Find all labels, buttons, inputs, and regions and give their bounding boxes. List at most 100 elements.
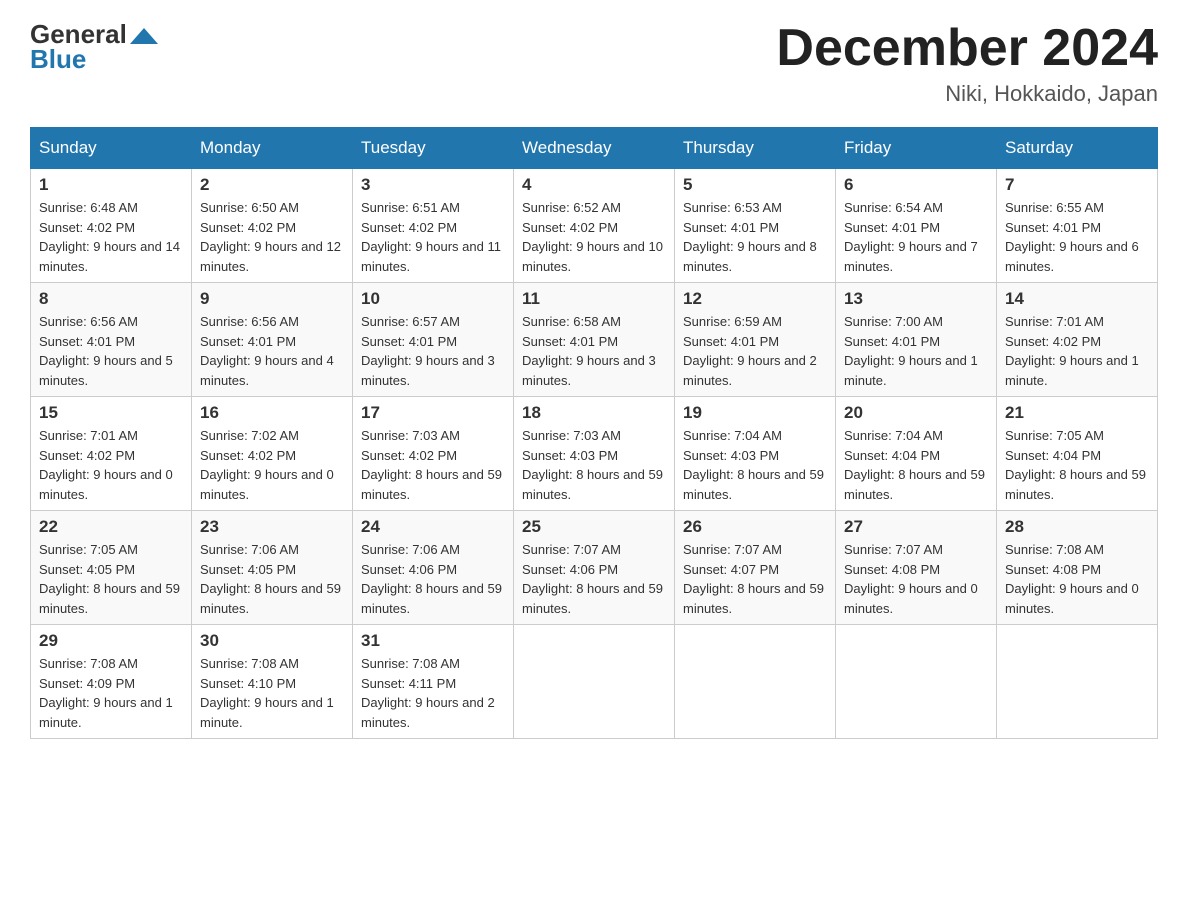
calendar-cell: 6 Sunrise: 6:54 AMSunset: 4:01 PMDayligh… [836,169,997,283]
day-info: Sunrise: 6:48 AMSunset: 4:02 PMDaylight:… [39,200,180,274]
calendar-cell [836,625,997,739]
day-number: 21 [1005,403,1149,423]
calendar-cell: 7 Sunrise: 6:55 AMSunset: 4:01 PMDayligh… [997,169,1158,283]
day-number: 28 [1005,517,1149,537]
day-info: Sunrise: 7:07 AMSunset: 4:08 PMDaylight:… [844,542,978,616]
calendar-cell: 12 Sunrise: 6:59 AMSunset: 4:01 PMDaylig… [675,283,836,397]
calendar-cell: 17 Sunrise: 7:03 AMSunset: 4:02 PMDaylig… [353,397,514,511]
day-info: Sunrise: 7:03 AMSunset: 4:03 PMDaylight:… [522,428,663,502]
weekday-header: Monday [192,128,353,169]
day-number: 19 [683,403,827,423]
day-info: Sunrise: 7:06 AMSunset: 4:06 PMDaylight:… [361,542,502,616]
day-number: 26 [683,517,827,537]
day-info: Sunrise: 7:00 AMSunset: 4:01 PMDaylight:… [844,314,978,388]
calendar-cell: 20 Sunrise: 7:04 AMSunset: 4:04 PMDaylig… [836,397,997,511]
day-number: 29 [39,631,183,651]
calendar-cell: 16 Sunrise: 7:02 AMSunset: 4:02 PMDaylig… [192,397,353,511]
day-info: Sunrise: 6:57 AMSunset: 4:01 PMDaylight:… [361,314,495,388]
day-number: 1 [39,175,183,195]
weekday-header: Tuesday [353,128,514,169]
day-info: Sunrise: 7:02 AMSunset: 4:02 PMDaylight:… [200,428,334,502]
day-number: 30 [200,631,344,651]
location: Niki, Hokkaido, Japan [776,81,1158,107]
day-info: Sunrise: 6:58 AMSunset: 4:01 PMDaylight:… [522,314,656,388]
day-info: Sunrise: 7:07 AMSunset: 4:07 PMDaylight:… [683,542,824,616]
calendar-cell: 25 Sunrise: 7:07 AMSunset: 4:06 PMDaylig… [514,511,675,625]
day-info: Sunrise: 7:04 AMSunset: 4:04 PMDaylight:… [844,428,985,502]
calendar-week-row: 22 Sunrise: 7:05 AMSunset: 4:05 PMDaylig… [31,511,1158,625]
day-number: 25 [522,517,666,537]
calendar-cell [675,625,836,739]
calendar-cell: 27 Sunrise: 7:07 AMSunset: 4:08 PMDaylig… [836,511,997,625]
page-header: General Blue December 2024 Niki, Hokkaid… [30,20,1158,107]
day-number: 24 [361,517,505,537]
calendar-cell: 14 Sunrise: 7:01 AMSunset: 4:02 PMDaylig… [997,283,1158,397]
day-info: Sunrise: 7:08 AMSunset: 4:08 PMDaylight:… [1005,542,1139,616]
day-info: Sunrise: 6:59 AMSunset: 4:01 PMDaylight:… [683,314,817,388]
day-info: Sunrise: 7:07 AMSunset: 4:06 PMDaylight:… [522,542,663,616]
day-number: 8 [39,289,183,309]
day-info: Sunrise: 7:08 AMSunset: 4:10 PMDaylight:… [200,656,334,730]
calendar-week-row: 15 Sunrise: 7:01 AMSunset: 4:02 PMDaylig… [31,397,1158,511]
day-info: Sunrise: 6:53 AMSunset: 4:01 PMDaylight:… [683,200,817,274]
calendar-cell: 26 Sunrise: 7:07 AMSunset: 4:07 PMDaylig… [675,511,836,625]
calendar-cell: 31 Sunrise: 7:08 AMSunset: 4:11 PMDaylig… [353,625,514,739]
calendar-cell: 15 Sunrise: 7:01 AMSunset: 4:02 PMDaylig… [31,397,192,511]
day-info: Sunrise: 7:05 AMSunset: 4:04 PMDaylight:… [1005,428,1146,502]
day-info: Sunrise: 7:06 AMSunset: 4:05 PMDaylight:… [200,542,341,616]
day-number: 6 [844,175,988,195]
calendar-cell: 2 Sunrise: 6:50 AMSunset: 4:02 PMDayligh… [192,169,353,283]
calendar-cell: 10 Sunrise: 6:57 AMSunset: 4:01 PMDaylig… [353,283,514,397]
day-info: Sunrise: 6:55 AMSunset: 4:01 PMDaylight:… [1005,200,1139,274]
day-info: Sunrise: 7:03 AMSunset: 4:02 PMDaylight:… [361,428,502,502]
title-area: December 2024 Niki, Hokkaido, Japan [776,20,1158,107]
calendar-cell: 24 Sunrise: 7:06 AMSunset: 4:06 PMDaylig… [353,511,514,625]
day-info: Sunrise: 6:56 AMSunset: 4:01 PMDaylight:… [39,314,173,388]
calendar-cell: 11 Sunrise: 6:58 AMSunset: 4:01 PMDaylig… [514,283,675,397]
calendar-cell: 29 Sunrise: 7:08 AMSunset: 4:09 PMDaylig… [31,625,192,739]
day-number: 14 [1005,289,1149,309]
calendar-cell: 9 Sunrise: 6:56 AMSunset: 4:01 PMDayligh… [192,283,353,397]
logo-text-blue: Blue [30,45,158,74]
month-title: December 2024 [776,20,1158,77]
calendar-cell: 22 Sunrise: 7:05 AMSunset: 4:05 PMDaylig… [31,511,192,625]
day-info: Sunrise: 7:08 AMSunset: 4:11 PMDaylight:… [361,656,495,730]
day-info: Sunrise: 7:01 AMSunset: 4:02 PMDaylight:… [39,428,173,502]
weekday-header: Saturday [997,128,1158,169]
day-number: 2 [200,175,344,195]
calendar-cell: 4 Sunrise: 6:52 AMSunset: 4:02 PMDayligh… [514,169,675,283]
calendar-cell: 8 Sunrise: 6:56 AMSunset: 4:01 PMDayligh… [31,283,192,397]
day-number: 7 [1005,175,1149,195]
day-info: Sunrise: 6:56 AMSunset: 4:01 PMDaylight:… [200,314,334,388]
day-number: 18 [522,403,666,423]
calendar-cell: 28 Sunrise: 7:08 AMSunset: 4:08 PMDaylig… [997,511,1158,625]
calendar-cell: 5 Sunrise: 6:53 AMSunset: 4:01 PMDayligh… [675,169,836,283]
day-number: 22 [39,517,183,537]
weekday-header: Thursday [675,128,836,169]
day-number: 16 [200,403,344,423]
day-info: Sunrise: 6:52 AMSunset: 4:02 PMDaylight:… [522,200,663,274]
day-info: Sunrise: 6:50 AMSunset: 4:02 PMDaylight:… [200,200,341,274]
day-info: Sunrise: 7:01 AMSunset: 4:02 PMDaylight:… [1005,314,1139,388]
day-info: Sunrise: 6:54 AMSunset: 4:01 PMDaylight:… [844,200,978,274]
day-number: 23 [200,517,344,537]
day-number: 11 [522,289,666,309]
calendar-cell: 30 Sunrise: 7:08 AMSunset: 4:10 PMDaylig… [192,625,353,739]
calendar-cell: 13 Sunrise: 7:00 AMSunset: 4:01 PMDaylig… [836,283,997,397]
calendar-cell: 21 Sunrise: 7:05 AMSunset: 4:04 PMDaylig… [997,397,1158,511]
weekday-header-row: SundayMondayTuesdayWednesdayThursdayFrid… [31,128,1158,169]
calendar-week-row: 1 Sunrise: 6:48 AMSunset: 4:02 PMDayligh… [31,169,1158,283]
calendar-table: SundayMondayTuesdayWednesdayThursdayFrid… [30,127,1158,739]
day-number: 13 [844,289,988,309]
day-number: 31 [361,631,505,651]
day-number: 9 [200,289,344,309]
calendar-cell [997,625,1158,739]
day-number: 5 [683,175,827,195]
calendar-cell [514,625,675,739]
day-number: 15 [39,403,183,423]
calendar-cell: 3 Sunrise: 6:51 AMSunset: 4:02 PMDayligh… [353,169,514,283]
day-number: 17 [361,403,505,423]
day-number: 20 [844,403,988,423]
weekday-header: Wednesday [514,128,675,169]
weekday-header: Sunday [31,128,192,169]
